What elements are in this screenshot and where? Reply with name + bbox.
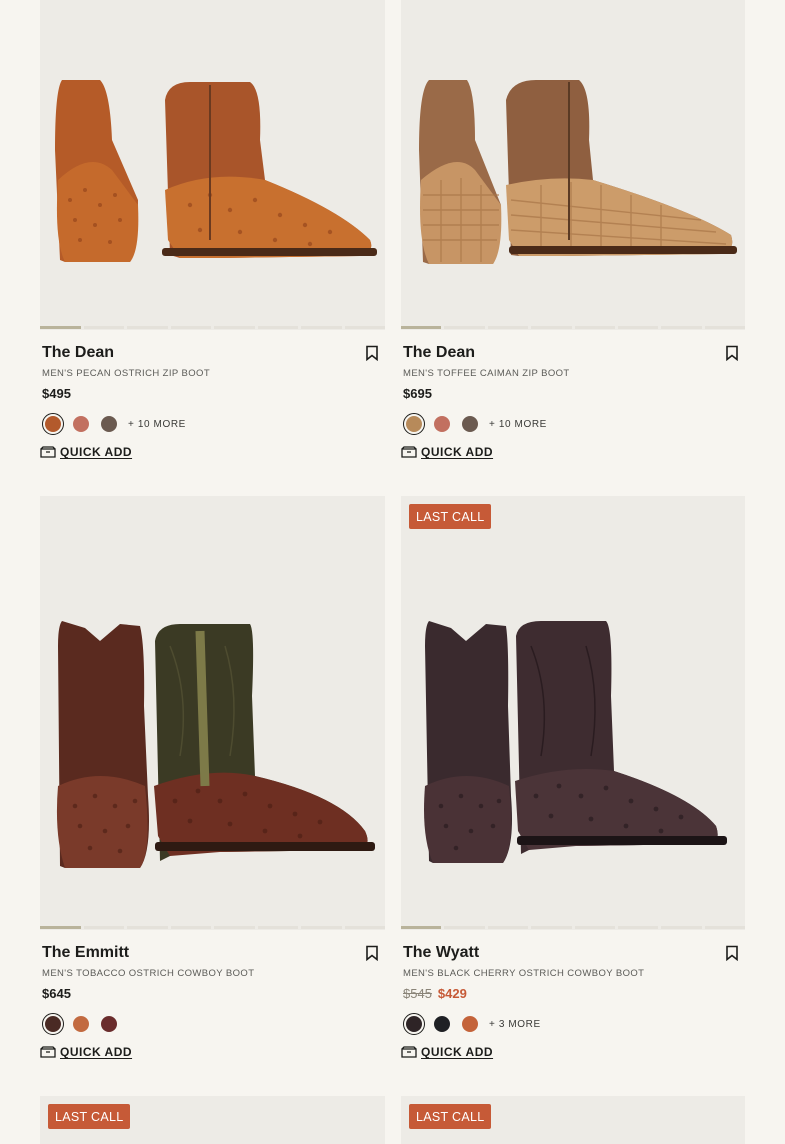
swatch-color xyxy=(406,416,422,432)
color-swatch[interactable] xyxy=(70,1013,92,1035)
swatch-color xyxy=(101,1016,117,1032)
more-colors-link[interactable]: + 3 MORE xyxy=(489,1019,541,1030)
color-swatch[interactable] xyxy=(431,413,453,435)
product-price: $645 xyxy=(42,986,71,1001)
quick-add-label: QUICK ADD xyxy=(60,445,133,459)
swatch-color xyxy=(434,1016,450,1032)
boot-image-tobacco-ostrich xyxy=(56,621,375,868)
product-image[interactable] xyxy=(401,0,745,330)
quick-add-label: QUICK ADD xyxy=(421,445,494,459)
product-card[interactable]: LAST CALL xyxy=(401,1096,745,1144)
boot-image-black-cherry-ostrich xyxy=(424,621,727,863)
product-image[interactable]: LAST CALL xyxy=(401,496,745,930)
color-swatch[interactable] xyxy=(403,413,425,435)
shoebox-icon xyxy=(40,446,56,458)
last-call-badge: LAST CALL xyxy=(409,1104,492,1129)
product-image[interactable] xyxy=(40,0,385,330)
shoebox-icon xyxy=(401,446,417,458)
last-call-badge: LAST CALL xyxy=(409,504,492,529)
swatch-color xyxy=(73,416,89,432)
product-price: $495 xyxy=(42,386,71,401)
image-carousel-indicator[interactable] xyxy=(401,926,745,930)
product-subtitle: MEN'S BLACK CHERRY OSTRICH COWBOY BOOT xyxy=(403,968,645,979)
quick-add-label: QUICK ADD xyxy=(421,1045,494,1059)
color-swatch[interactable] xyxy=(403,1013,425,1035)
bookmark-icon[interactable] xyxy=(365,345,379,361)
color-swatch[interactable] xyxy=(70,413,92,435)
last-call-badge: LAST CALL xyxy=(48,1104,131,1129)
color-swatch[interactable] xyxy=(459,413,481,435)
product-image[interactable] xyxy=(40,496,385,930)
swatch-color xyxy=(462,416,478,432)
color-swatches: + 3 MORE xyxy=(403,1013,743,1035)
bookmark-icon[interactable] xyxy=(365,945,379,961)
color-swatch[interactable] xyxy=(42,413,64,435)
boot-image-toffee-caiman xyxy=(419,80,737,264)
image-carousel-indicator[interactable] xyxy=(401,326,745,330)
swatch-color xyxy=(434,416,450,432)
swatch-color xyxy=(462,1016,478,1032)
bookmark-icon[interactable] xyxy=(725,345,739,361)
product-image[interactable]: LAST CALL xyxy=(401,1096,745,1144)
boot-image-pecan-ostrich xyxy=(55,80,377,262)
color-swatch[interactable] xyxy=(98,413,120,435)
swatch-color xyxy=(45,1016,61,1032)
product-price: $545 $429 xyxy=(403,986,743,1001)
product-subtitle: MEN'S PECAN OSTRICH ZIP BOOT xyxy=(42,368,211,379)
color-swatch[interactable] xyxy=(42,1013,64,1035)
swatch-color xyxy=(406,1016,422,1032)
product-name[interactable]: The Emmitt xyxy=(42,944,129,962)
product-card[interactable]: The Emmitt MEN'S TOBACCO OSTRICH COWBOY … xyxy=(40,496,385,1059)
product-card[interactable]: The Dean MEN'S TOFFEE CAIMAN ZIP BOOT $6… xyxy=(401,0,745,459)
color-swatches xyxy=(42,1013,383,1035)
color-swatch[interactable] xyxy=(459,1013,481,1035)
product-name[interactable]: The Dean xyxy=(42,344,114,362)
product-image[interactable]: LAST CALL xyxy=(40,1096,385,1144)
product-name[interactable]: The Dean xyxy=(403,344,475,362)
more-colors-link[interactable]: + 10 MORE xyxy=(128,419,186,430)
quick-add-label: QUICK ADD xyxy=(60,1045,133,1059)
original-price: $545 xyxy=(403,986,432,1001)
swatch-color xyxy=(45,416,61,432)
quick-add-button[interactable]: QUICK ADD xyxy=(401,1045,743,1059)
shoebox-icon xyxy=(40,1046,56,1058)
color-swatches: + 10 MORE xyxy=(403,413,743,435)
shoebox-icon xyxy=(401,1046,417,1058)
product-card[interactable]: The Dean MEN'S PECAN OSTRICH ZIP BOOT $4… xyxy=(40,0,385,459)
quick-add-button[interactable]: QUICK ADD xyxy=(401,445,743,459)
product-card[interactable]: LAST CALL xyxy=(40,1096,385,1144)
color-swatches: + 10 MORE xyxy=(42,413,383,435)
quick-add-button[interactable]: QUICK ADD xyxy=(40,445,383,459)
swatch-color xyxy=(101,416,117,432)
sale-price: $429 xyxy=(437,986,467,1001)
product-price: $695 xyxy=(403,386,432,401)
color-swatch[interactable] xyxy=(98,1013,120,1035)
bookmark-icon[interactable] xyxy=(725,945,739,961)
color-swatch[interactable] xyxy=(431,1013,453,1035)
swatch-color xyxy=(73,1016,89,1032)
product-name[interactable]: The Wyatt xyxy=(403,944,479,962)
more-colors-link[interactable]: + 10 MORE xyxy=(489,419,547,430)
quick-add-button[interactable]: QUICK ADD xyxy=(40,1045,383,1059)
product-subtitle: MEN'S TOFFEE CAIMAN ZIP BOOT xyxy=(403,368,570,379)
image-carousel-indicator[interactable] xyxy=(40,926,385,930)
product-card[interactable]: LAST CALL The Wyatt MEN'S BLACK CHERRY O… xyxy=(401,496,745,1059)
product-subtitle: MEN'S TOBACCO OSTRICH COWBOY BOOT xyxy=(42,968,255,979)
image-carousel-indicator[interactable] xyxy=(40,326,385,330)
